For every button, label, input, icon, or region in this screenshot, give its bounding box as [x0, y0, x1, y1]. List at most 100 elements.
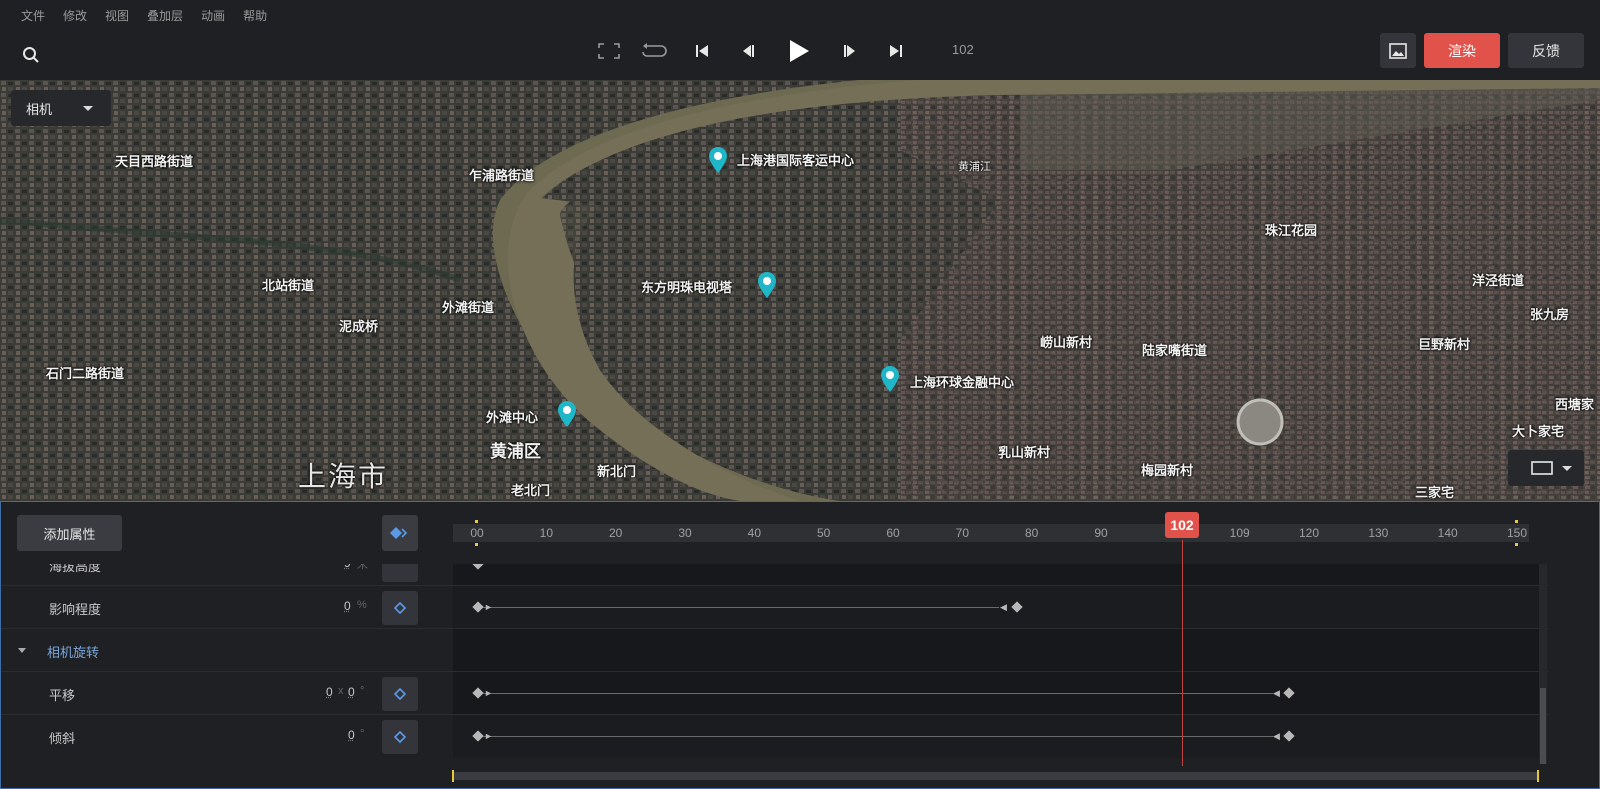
keyframe-button[interactable]: [382, 677, 418, 711]
search-icon[interactable]: [22, 46, 40, 64]
keyframe-next-icon: [390, 527, 408, 539]
fullscreen-icon[interactable]: [596, 43, 622, 59]
map-label: 张九房: [1530, 307, 1570, 322]
pan-separator: x: [338, 685, 344, 697]
timeline-tick-label: 00: [470, 526, 484, 540]
ease-in-icon: ◀: [1273, 688, 1280, 698]
camera-pin-icon[interactable]: [879, 365, 901, 393]
top-bar: 文件 修改 视图 叠加层 动画 帮助 102 渲染 反馈: [0, 0, 1600, 80]
camera-pin-icon[interactable]: [556, 400, 578, 428]
menu-animation[interactable]: 动画: [192, 8, 234, 24]
map-label: 三家宅: [1415, 485, 1455, 500]
vertical-scrollbar-thumb[interactable]: [1540, 688, 1546, 764]
aspect-ratio-dropdown[interactable]: [1508, 450, 1584, 486]
loop-icon[interactable]: [632, 43, 676, 59]
ease-out-icon: ►: [484, 688, 493, 698]
keyframe-marker[interactable]: [1283, 687, 1295, 699]
playhead[interactable]: 102: [1165, 512, 1199, 538]
timeline-ruler[interactable]: 001020304050607080901109120130140150: [453, 520, 1529, 546]
menu-bar: 文件 修改 视图 叠加层 动画 帮助: [12, 8, 276, 24]
step-back-icon[interactable]: [728, 44, 768, 58]
step-forward-icon[interactable]: [830, 44, 870, 58]
interpolation-line: [483, 693, 1273, 694]
feedback-button[interactable]: 反馈: [1508, 33, 1584, 68]
scroll-start-handle[interactable]: [452, 770, 454, 782]
track[interactable]: ► ◀: [453, 586, 1539, 629]
timeline-panel: 添加属性 00102030405060708090110912013014015…: [0, 501, 1600, 789]
property-group-camera-rotation[interactable]: 相机旋转: [1, 628, 1549, 672]
render-button[interactable]: 渲染: [1424, 33, 1500, 68]
map-label: 西塘家: [1555, 397, 1595, 412]
property-row-influence: 影响程度 0 % ► ◀: [1, 585, 1549, 629]
map-label: 老北门: [511, 483, 551, 498]
ease-in-icon: ◀: [1273, 731, 1280, 741]
map-label: 新北门: [597, 464, 637, 479]
menu-overlay[interactable]: 叠加层: [138, 8, 192, 24]
keyframe-marker[interactable]: [472, 564, 484, 570]
scroll-end-handle[interactable]: [1537, 770, 1539, 782]
horizontal-scrollbar[interactable]: [453, 772, 1539, 780]
menu-file[interactable]: 文件: [12, 8, 54, 24]
keyframe-marker[interactable]: [472, 730, 484, 742]
keyframe-marker[interactable]: [472, 601, 484, 613]
tilt-unit: °: [360, 728, 365, 740]
skip-to-start-icon[interactable]: [682, 44, 722, 58]
play-icon[interactable]: [774, 39, 824, 63]
camera-pin-icon[interactable]: [756, 271, 778, 299]
keyframe-button[interactable]: [382, 591, 418, 625]
add-property-button[interactable]: 添加属性: [17, 515, 122, 551]
altitude-value[interactable]: 9: [344, 564, 351, 570]
timeline-tick-label: 150: [1506, 526, 1528, 540]
current-frame-display[interactable]: 102: [952, 42, 974, 57]
keyframe-button[interactable]: [382, 564, 418, 582]
map-label: 上海港国际客运中心: [737, 153, 855, 168]
map-label: 大卜家宅: [1512, 424, 1565, 439]
menu-edit[interactable]: 修改: [54, 8, 96, 24]
track[interactable]: ► ◀: [453, 715, 1539, 758]
keyframe-marker[interactable]: [472, 687, 484, 699]
keyframe-marker[interactable]: [1283, 730, 1295, 742]
chevron-down-icon[interactable]: [18, 648, 26, 653]
timeline-tick-label: 40: [747, 526, 762, 540]
skip-to-end-icon[interactable]: [876, 44, 916, 58]
tilt-value[interactable]: 0: [348, 728, 355, 742]
map-label: 黄浦区: [490, 442, 541, 461]
timeline-tick-label: 50: [816, 526, 831, 540]
keyframe-button[interactable]: [382, 720, 418, 754]
playhead-line: [1182, 540, 1183, 766]
map-label: 巨野新村: [1418, 337, 1471, 352]
property-rows: 海拔高度 9 米 影响程度 0 % ► ◀: [1, 564, 1549, 764]
property-row-pan: 平移 0 x 0 ° ► ◀: [1, 671, 1549, 715]
keyframe-nav-button[interactable]: [382, 515, 418, 551]
keyframe-marker[interactable]: [1011, 601, 1023, 613]
ease-out-icon: ►: [484, 731, 493, 741]
pan-y-value[interactable]: 0: [348, 685, 355, 699]
map-viewport[interactable]: 相机 天目西路街道 乍浦路街道 上海港国际客运中心 黄浦江 北站街道 外滩街道 …: [0, 80, 1600, 501]
track[interactable]: [453, 564, 1539, 586]
influence-value[interactable]: 0: [344, 599, 351, 613]
timeline-tick-label: 20: [608, 526, 623, 540]
chevron-down-icon: [83, 106, 93, 111]
map-label: 外滩中心: [486, 410, 539, 425]
interpolation-line: [483, 736, 1273, 737]
timeline-tick-label: 120: [1298, 526, 1320, 540]
menu-help[interactable]: 帮助: [234, 8, 276, 24]
camera-pin-icon[interactable]: [707, 146, 729, 174]
map-label: 黄浦江: [958, 161, 991, 173]
map-label: 天目西路街道: [115, 154, 194, 169]
image-export-button[interactable]: [1380, 33, 1416, 68]
track[interactable]: ► ◀: [453, 672, 1539, 715]
altitude-unit: 米: [357, 564, 368, 571]
timeline-tick-label: 130: [1368, 526, 1389, 540]
timeline-tick-label: 90: [1094, 526, 1108, 540]
ease-in-icon: ◀: [1000, 602, 1007, 612]
keyframe-icon: [394, 602, 406, 614]
menu-view[interactable]: 视图: [96, 8, 138, 24]
camera-dropdown[interactable]: 相机: [11, 90, 111, 126]
map-label: 石门二路街道: [46, 366, 125, 381]
map-label: 北站街道: [262, 278, 315, 293]
pan-x-value[interactable]: 0: [326, 685, 333, 699]
frame-icon: [1531, 461, 1553, 475]
map-label: 东方明珠电视塔: [641, 280, 733, 295]
timeline-tick-label: 109: [1229, 526, 1250, 540]
